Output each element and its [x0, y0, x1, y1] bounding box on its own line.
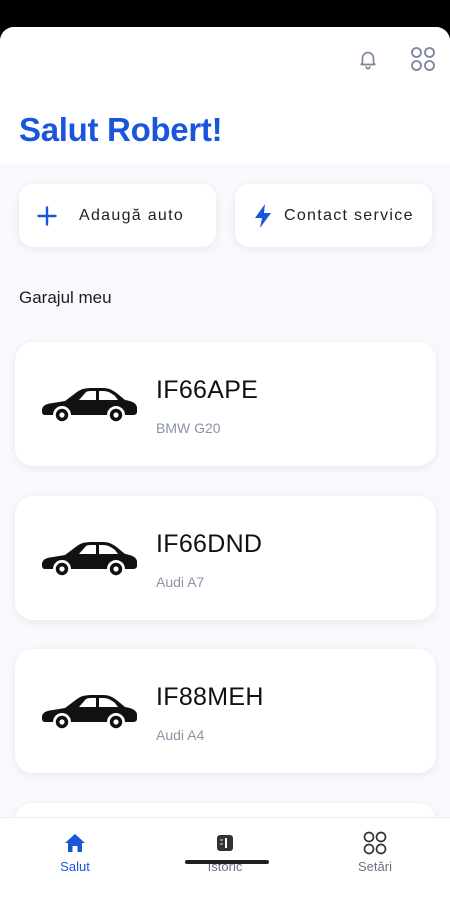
apps-grid-icon — [411, 47, 435, 71]
nav-item-history[interactable]: Istoric — [150, 818, 300, 878]
contact-service-label: Contact service — [284, 206, 414, 224]
bottom-navigation: Salut Istoric Setări — [0, 817, 450, 900]
add-car-label: Adaugă auto — [79, 206, 185, 224]
car-model: Audi A7 — [156, 574, 205, 590]
home-indicator[interactable] — [185, 860, 269, 864]
garage-title: Garajul meu — [19, 288, 112, 307]
nav-item-settings[interactable]: Setări — [300, 818, 450, 878]
bell-icon — [360, 51, 376, 70]
plus-icon — [36, 205, 58, 227]
nav-label-settings: Setări — [358, 859, 392, 874]
apps-menu-button[interactable] — [405, 41, 441, 77]
add-car-button[interactable]: Adaugă auto — [19, 184, 216, 247]
notifications-button[interactable] — [350, 41, 386, 77]
settings-grid-icon — [362, 830, 388, 856]
car-plate: IF88MEH — [156, 683, 264, 711]
car-card[interactable]: IF66DND Audi A7 — [15, 496, 436, 620]
car-plate: IF66DND — [156, 530, 263, 558]
car-card[interactable]: IF66APE BMW G20 — [15, 342, 436, 466]
home-icon — [62, 830, 88, 856]
car-model: BMW G20 — [156, 420, 221, 436]
car-icon — [42, 388, 137, 423]
car-model: Audi A4 — [156, 727, 205, 743]
app-screen: Salut Robert! Adaugă auto Contact servic… — [0, 27, 450, 900]
contact-service-button[interactable]: Contact service — [235, 184, 432, 247]
car-plate: IF66APE — [156, 376, 259, 404]
car-card[interactable]: IF88MEH Audi A4 — [15, 649, 436, 773]
car-icon — [42, 695, 137, 730]
lightning-icon — [252, 203, 274, 228]
nav-label-home: Salut — [60, 859, 90, 874]
nav-item-home[interactable]: Salut — [0, 818, 150, 878]
greeting-title: Salut Robert! — [19, 111, 223, 148]
car-icon — [42, 542, 137, 577]
header: Salut Robert! — [0, 27, 450, 164]
history-icon — [212, 830, 238, 856]
